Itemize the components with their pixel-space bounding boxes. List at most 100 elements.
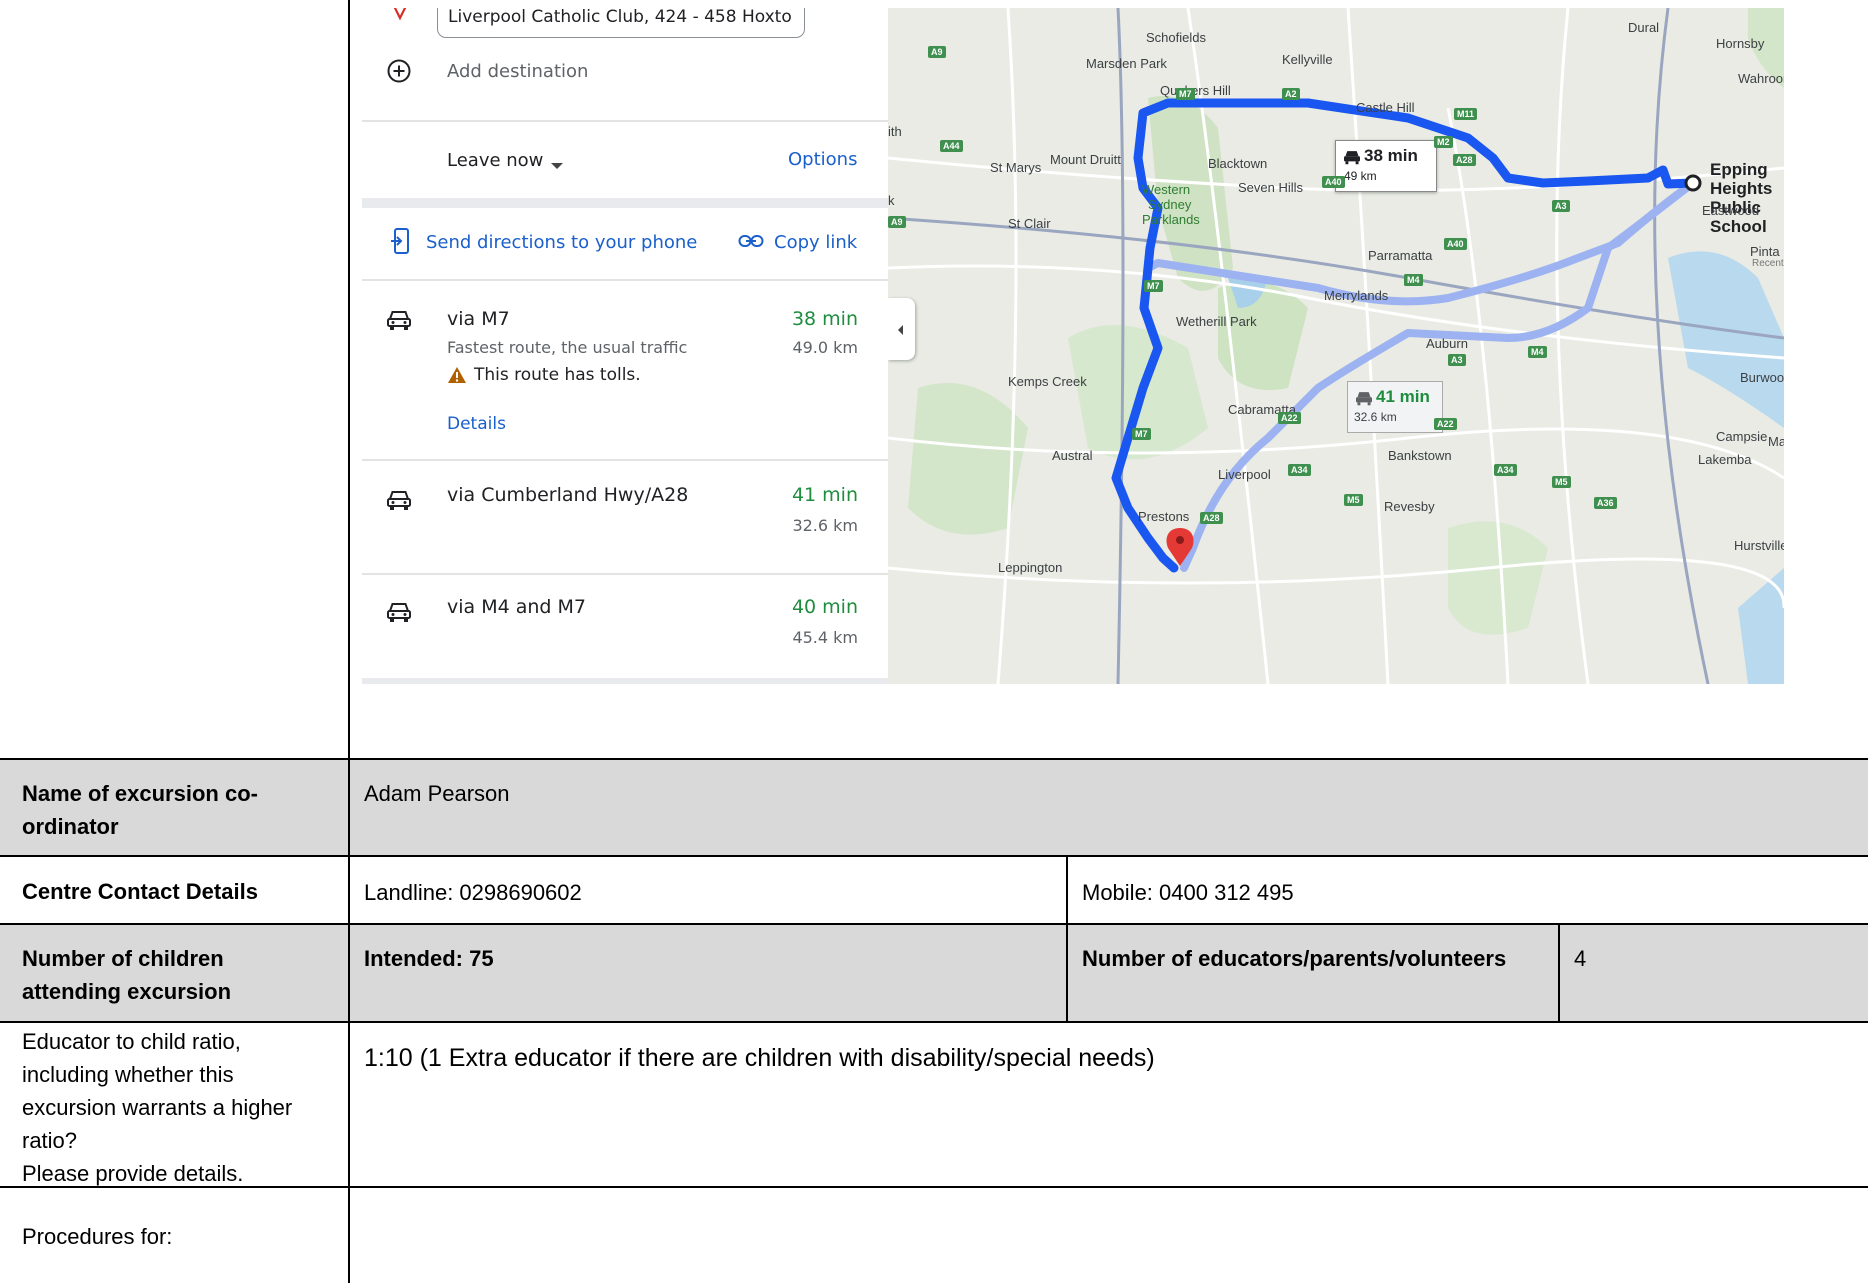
road-shield: M2 [1434, 136, 1453, 148]
map-place-label: Campsie [1716, 429, 1768, 444]
map-place-label: Parramatta [1368, 248, 1433, 263]
road-shield: A34 [1494, 464, 1517, 476]
road-shield: A9 [888, 216, 906, 228]
collapse-panel-button[interactable] [888, 298, 915, 360]
row-divider [0, 1021, 1868, 1023]
map-place-label: Austral [1052, 448, 1093, 463]
chevron-left-icon [896, 323, 906, 341]
children-label: Number of children attending excursion [22, 946, 232, 1004]
procedures-label: Procedures for: [22, 1224, 173, 1249]
map-place-label: Quakers Hill [1160, 83, 1231, 98]
educators-label: Number of educators/parents/volunteers [1082, 946, 1507, 971]
road-shield: A44 [940, 140, 963, 152]
map-place-label: Recently [1752, 258, 1784, 269]
road-shield: A34 [1288, 464, 1311, 476]
route-option-2[interactable]: via Cumberland Hwy/A28 41 min 32.6 km [362, 461, 888, 573]
road-shield: M7 [1144, 280, 1163, 292]
map-place-label: ith [888, 124, 902, 139]
map-place-label: Eastwood [1702, 203, 1760, 218]
destination-label: Epping Heights Public School [1710, 160, 1773, 236]
car-icon [386, 309, 412, 335]
road-shield: M5 [1552, 476, 1571, 488]
send-to-phone-link[interactable]: Send directions to your phone [426, 232, 697, 253]
alt-route-callout[interactable]: 41 min 32.6 km [1347, 381, 1443, 433]
route-name: via M4 and M7 [447, 596, 586, 618]
map-place-label: Wahroonga [1738, 71, 1784, 86]
map-place-label: Seven Hills [1238, 180, 1304, 195]
route-name: via M7 [447, 308, 510, 330]
map-place-label: Burwood [1740, 370, 1784, 385]
road-shield: A22 [1278, 412, 1301, 424]
primary-route-callout[interactable]: 38 min 49 km [1335, 140, 1437, 192]
mobile-value: Mobile: 0400 312 495 [1082, 880, 1294, 905]
add-destination-link[interactable]: Add destination [447, 61, 588, 82]
map-place-label: Liverpool [1218, 467, 1271, 482]
road-shield: M11 [1454, 108, 1478, 120]
row-divider [0, 855, 1868, 857]
map-place-label: Hornsby [1716, 36, 1765, 51]
caret-down-icon [550, 156, 564, 175]
route-details-link[interactable]: Details [447, 414, 506, 434]
options-button[interactable]: Options [788, 149, 857, 170]
road-shield: A28 [1453, 154, 1476, 166]
map-place-label: Revesby [1384, 499, 1435, 514]
leave-now-dropdown[interactable]: Leave now [447, 150, 543, 171]
road-shield: A36 [1594, 497, 1617, 509]
route-option-3[interactable]: via M4 and M7 40 min 45.4 km [362, 575, 888, 684]
map-place-label: Auburn [1426, 336, 1468, 351]
map-place-label: Lakemba [1698, 452, 1752, 467]
destination-pin-icon [390, 8, 410, 28]
route-option-1[interactable]: via M7 38 min Fastest route, the usual t… [362, 281, 888, 459]
add-destination-icon[interactable] [386, 58, 412, 88]
coordinator-value-cell [349, 760, 1868, 856]
destination-input[interactable]: Liverpool Catholic Club, 424 - 458 Hoxto [437, 8, 805, 38]
car-icon [1354, 390, 1374, 411]
map-place-label: Dural [1628, 20, 1660, 35]
route-map[interactable]: 38 min 49 km 41 min 32.6 km Epping Heigh… [888, 8, 1784, 684]
panel-bottom-bar [362, 678, 888, 684]
map-place-label: Western [1142, 182, 1191, 197]
road-shield: A40 [1322, 176, 1345, 188]
landline-value: Landline: 0298690602 [364, 880, 582, 905]
route-time: 40 min [791, 596, 858, 618]
route-distance: 32.6 km [792, 516, 858, 535]
copy-link-button[interactable]: Copy link [774, 232, 857, 253]
row-divider [0, 923, 1868, 925]
road-shield: A28 [1200, 512, 1223, 524]
map-place-label: Blacktown [1208, 156, 1268, 171]
map-place-label: Wetherill Park [1176, 314, 1257, 329]
coordinator-label: Name of excursion co- ordinator [22, 781, 258, 839]
row-divider [0, 758, 1868, 760]
car-icon [386, 601, 412, 627]
route-description: Fastest route, the usual traffic [447, 338, 688, 357]
map-place-label: St Clair [1008, 216, 1051, 231]
route-toll-warning: This route has tolls. [474, 365, 641, 385]
road-shield: A40 [1444, 238, 1467, 250]
send-to-phone-icon [390, 227, 412, 259]
maps-directions-screenshot: Liverpool Catholic Club, 424 - 458 Hoxto… [362, 8, 1784, 684]
route-distance: 49.0 km [792, 338, 858, 357]
map-place-label: Merrylands [1324, 288, 1389, 303]
road-shield: A3 [1552, 200, 1570, 212]
route-distance: 45.4 km [792, 628, 858, 647]
educators-value: 4 [1574, 946, 1587, 971]
road-shield: M4 [1528, 346, 1547, 358]
road-shield: A3 [1448, 354, 1466, 366]
column-divider [348, 0, 350, 1283]
ratio-value: 1:10 (1 Extra educator if there are chil… [364, 1044, 1155, 1072]
route-name: via Cumberland Hwy/A28 [447, 484, 689, 506]
map-place-label: Prestons [1138, 509, 1190, 524]
car-icon [386, 489, 412, 515]
road-shield: M4 [1404, 274, 1423, 286]
column-divider [1066, 855, 1068, 925]
road-shield: M7 [1176, 88, 1195, 100]
map-place-label: Hurstville [1734, 538, 1784, 553]
map-place-label: Kellyville [1282, 52, 1333, 67]
map-place-label: Sydney [1148, 197, 1192, 212]
route-time: 38 min [791, 308, 858, 330]
car-icon [1342, 149, 1362, 170]
contact-label: Centre Contact Details [22, 879, 258, 904]
map-place-label: Pinta [1750, 244, 1780, 259]
map-place-label: St Marys [990, 160, 1042, 175]
road-shield: M7 [1132, 428, 1151, 440]
